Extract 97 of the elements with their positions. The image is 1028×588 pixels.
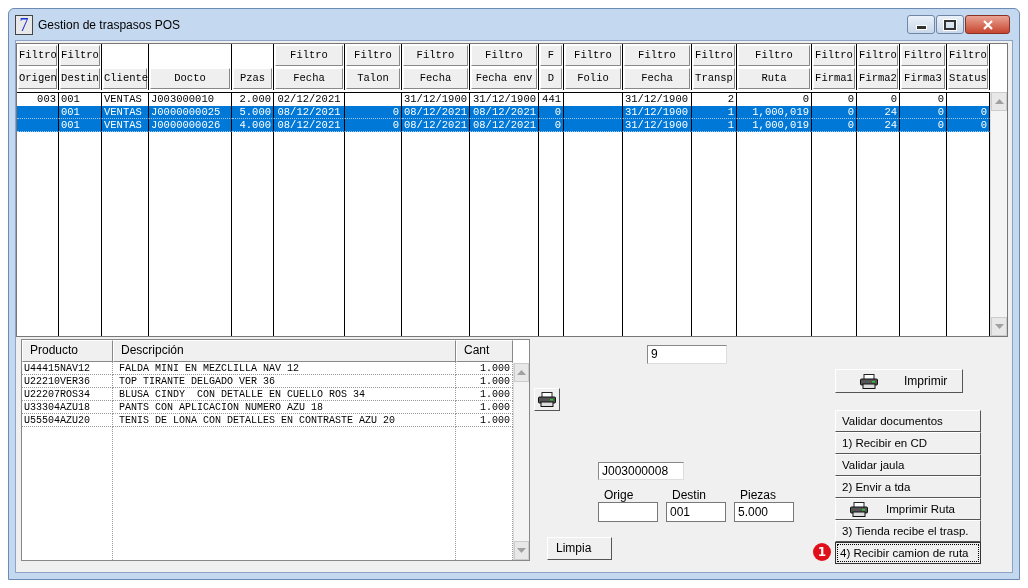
table-cell: 08/12/2021 bbox=[402, 119, 470, 132]
input-field[interactable]: 5.000 bbox=[734, 502, 794, 522]
filter-button[interactable]: Filtro bbox=[60, 45, 100, 66]
table-cell: 08/12/2021 bbox=[274, 119, 345, 132]
scrollbar[interactable] bbox=[513, 363, 529, 560]
column-header[interactable]: Pzas bbox=[233, 68, 272, 89]
column-header[interactable]: Fecha env bbox=[471, 68, 537, 89]
action-button[interactable]: 4) Recibir camion de ruta bbox=[835, 542, 981, 564]
table-cell: 001 bbox=[59, 119, 102, 132]
filter-button[interactable]: Filtro bbox=[275, 45, 343, 66]
printer-icon bbox=[538, 392, 556, 407]
print-button[interactable]: Imprimir bbox=[835, 369, 963, 393]
printer-icon bbox=[850, 501, 868, 517]
filter-button[interactable]: Filtro bbox=[901, 45, 945, 66]
table-cell: 24 bbox=[857, 119, 900, 132]
maximize-button[interactable] bbox=[936, 15, 964, 34]
column-header[interactable]: Producto bbox=[22, 340, 113, 362]
column-header[interactable]: Docto bbox=[150, 68, 230, 89]
column-header[interactable]: Folio bbox=[565, 68, 621, 89]
column-header[interactable]: D bbox=[540, 68, 562, 89]
table-cell: 08/12/2021 bbox=[470, 119, 539, 132]
table-cell: 4.000 bbox=[232, 119, 274, 132]
column-header[interactable]: Descripción bbox=[113, 340, 456, 362]
table-cell: U33304AZU18 bbox=[22, 401, 113, 414]
filter-button[interactable]: Filtro bbox=[858, 45, 898, 66]
scroll-up-icon[interactable] bbox=[514, 363, 529, 382]
column-header[interactable]: Fecha bbox=[275, 68, 343, 89]
action-button[interactable]: Validar jaula bbox=[835, 454, 981, 476]
table-cell: FALDA MINI EN MEZCLILLA NAV 12 bbox=[113, 362, 456, 375]
close-button[interactable] bbox=[965, 15, 1010, 34]
column-header[interactable]: Firma3 bbox=[901, 68, 945, 89]
badge: 1 bbox=[813, 543, 831, 561]
action-button[interactable]: Imprimir Ruta bbox=[835, 498, 981, 520]
table-cell: PANTS CON APLICACION NUMERO AZU 18 bbox=[113, 401, 456, 414]
table-cell: U44415NAV12 bbox=[22, 362, 113, 375]
filter-button[interactable]: Filtro bbox=[624, 45, 690, 66]
column-header[interactable]: Destin bbox=[60, 68, 100, 89]
column-header[interactable]: Fecha bbox=[624, 68, 690, 89]
table-cell: TENIS DE LONA CON DETALLES EN CONTRASTE AZU 20 bbox=[113, 414, 456, 427]
filter-button[interactable]: Filtro bbox=[346, 45, 400, 66]
column-header[interactable]: Origen bbox=[18, 68, 57, 89]
table-cell: 1 bbox=[692, 119, 737, 132]
table-cell: 1,000,019 bbox=[737, 119, 812, 132]
table-cell: U22207ROS34 bbox=[22, 388, 113, 401]
table-cell: U22210VER36 bbox=[22, 375, 113, 388]
filter-button[interactable]: Filtro bbox=[738, 45, 810, 66]
filter-button[interactable]: Filtro bbox=[813, 45, 855, 66]
column-header[interactable]: Ruta bbox=[738, 68, 810, 89]
close-icon bbox=[981, 19, 994, 30]
column-header[interactable]: Firma2 bbox=[858, 68, 898, 89]
column-header[interactable]: Fecha bbox=[403, 68, 468, 89]
table-cell: 0 bbox=[539, 119, 564, 132]
table-cell: 0 bbox=[345, 119, 402, 132]
scrollbar[interactable] bbox=[990, 92, 1007, 336]
window-title: Gestion de traspasos POS bbox=[38, 17, 182, 32]
table-cell: J0000000026 bbox=[149, 119, 232, 132]
action-button[interactable]: Validar documentos bbox=[835, 410, 981, 432]
action-button[interactable]: 1) Recibir en CD bbox=[835, 432, 981, 454]
column-header[interactable]: Cliente bbox=[103, 68, 147, 89]
table-cell: 31/12/1900 bbox=[623, 119, 692, 132]
filter-button[interactable]: Filtro bbox=[565, 45, 621, 66]
column-header[interactable]: Firma1 bbox=[813, 68, 855, 89]
table-row[interactable]: 001 VENTAS J0000000026 4.000 08/12/2021 0 08/12/2021 08/12/2021 0 31/12/1900 1 1,000,019 0 24 0 0 bbox=[17, 119, 990, 132]
table-cell: 0 bbox=[900, 119, 947, 132]
print-button[interactable] bbox=[534, 388, 560, 411]
input-field[interactable] bbox=[598, 502, 658, 522]
action-button[interactable]: 2) Envir a tda bbox=[835, 476, 981, 498]
scroll-up-icon[interactable] bbox=[991, 92, 1007, 111]
field-label: Piezas bbox=[739, 489, 778, 502]
app-icon: 7 bbox=[15, 14, 33, 35]
scroll-down-icon[interactable] bbox=[514, 541, 529, 560]
input-field[interactable]: 001 bbox=[666, 502, 726, 522]
field-label: Destin bbox=[671, 489, 707, 502]
table-cell: BLUSA CINDY CON DETALLE EN CUELLO ROS 34 bbox=[113, 388, 456, 401]
field-label: Orige bbox=[603, 489, 635, 502]
filter-button[interactable]: Filtro bbox=[471, 45, 537, 66]
count-field[interactable]: 9 bbox=[647, 345, 727, 364]
action-button[interactable]: 3) Tienda recibe el trasp. bbox=[835, 520, 981, 542]
filter-button[interactable]: Filtro bbox=[948, 45, 988, 66]
table-row[interactable]: 001 VENTAS J0000000025 5.000 08/12/2021 0 08/12/2021 08/12/2021 0 31/12/1900 1 1,000,019 0 24 0 0 bbox=[17, 106, 990, 119]
column-header[interactable]: Transp bbox=[693, 68, 735, 89]
table-cell: U55504AZU20 bbox=[22, 414, 113, 427]
table-cell: TOP TIRANTE DELGADO VER 36 bbox=[113, 375, 456, 388]
printer-icon bbox=[860, 373, 878, 389]
filter-button[interactable]: F bbox=[540, 45, 562, 66]
filter-button[interactable]: Filtro bbox=[693, 45, 735, 66]
filter-button[interactable]: Filtro bbox=[403, 45, 468, 66]
column-header[interactable]: Status bbox=[948, 68, 988, 89]
filter-button[interactable]: Filtro bbox=[18, 45, 57, 66]
table-cell: 0 bbox=[812, 119, 857, 132]
minimize-button[interactable] bbox=[907, 15, 935, 34]
document-field[interactable]: J003000008 bbox=[598, 462, 684, 480]
column-header[interactable]: Talon bbox=[346, 68, 400, 89]
table-cell: VENTAS bbox=[102, 119, 149, 132]
scroll-down-icon[interactable] bbox=[991, 317, 1007, 336]
column-header[interactable]: Cant bbox=[456, 340, 513, 362]
clear-button[interactable]: Limpia bbox=[547, 537, 612, 560]
